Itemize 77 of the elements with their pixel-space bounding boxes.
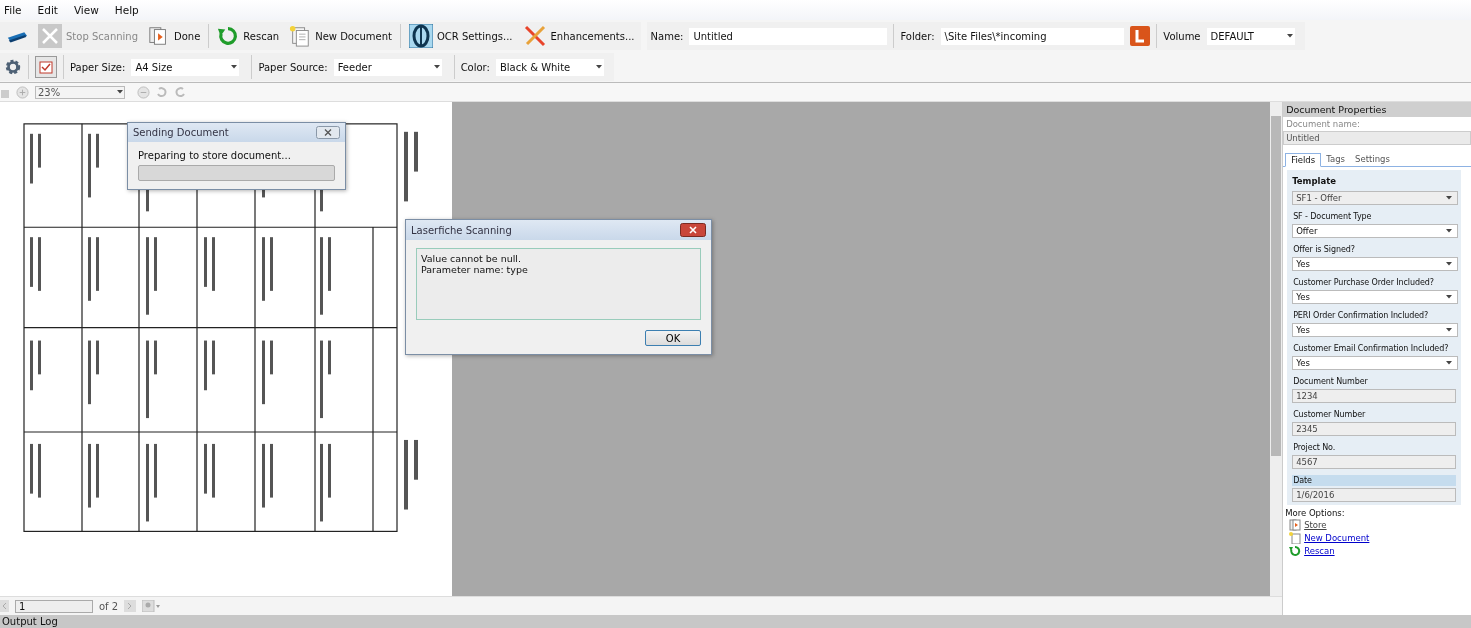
toolbar-button[interactable]: Rescan (215, 25, 282, 47)
dropdown[interactable]: Feeder (333, 58, 442, 76)
more-options-label: More Options: (1285, 508, 1346, 518)
dropdown-arrow-icon[interactable] (1446, 196, 1452, 200)
error-message: Value cannot be null. Parameter name: type (416, 248, 701, 320)
rescan-icon[interactable] (1289, 545, 1302, 557)
dropdown[interactable]: Yes (1292, 290, 1458, 304)
dropdown-arrow-icon[interactable] (433, 65, 440, 69)
dropdown-arrow-icon[interactable] (595, 65, 602, 69)
field-label: Project No. (1292, 442, 1337, 453)
field-label: Volume (1163, 30, 1201, 42)
field-label: Customer Number (1292, 409, 1367, 420)
dropdown[interactable]: A4 Size (131, 58, 240, 76)
tab[interactable]: Fields (1285, 153, 1322, 167)
zoom-dropdown[interactable]: 23% (35, 85, 125, 99)
dropdown[interactable]: Offer (1292, 224, 1458, 238)
link[interactable]: New Document (1304, 533, 1370, 543)
toolbar-button[interactable]: New Document (287, 24, 394, 48)
menu-item[interactable]: Help (114, 4, 139, 16)
ocr-icon (408, 24, 433, 48)
dialog-title: Sending Document (133, 127, 229, 138)
dropdown-arrow-icon[interactable] (117, 90, 123, 94)
dropdown[interactable]: Black & White (495, 58, 604, 76)
field-label: PERI Order Confirmation Included? (1292, 310, 1430, 321)
dropdown[interactable]: Yes (1292, 356, 1458, 370)
rescan-icon (217, 25, 240, 47)
field-label: Offer is Signed? (1292, 244, 1356, 255)
field-label: Customer Email Confirmation Included? (1292, 343, 1450, 354)
dropdown-arrow-icon[interactable] (1446, 262, 1452, 266)
tab[interactable]: Settings (1350, 153, 1395, 166)
tab[interactable]: Tags (1321, 153, 1350, 166)
output-log-bar[interactable]: Output Log (0, 615, 1471, 628)
pencil-brush-icon (522, 24, 547, 48)
field-label: Paper Size: (70, 61, 126, 73)
field-label: Paper Source: (258, 61, 328, 73)
menu-item[interactable]: File (4, 4, 22, 16)
text-field[interactable]: \Site Files\*incoming (940, 27, 1125, 45)
panel-title: Document Properties (1283, 102, 1471, 117)
volume-dropdown[interactable]: DEFAULT (1206, 27, 1295, 45)
dropdown-arrow-icon[interactable] (1446, 361, 1452, 365)
toolbar-button[interactable]: OCR Settings... (406, 24, 515, 48)
dropdown-arrow-icon[interactable] (231, 65, 238, 69)
link[interactable]: Rescan (1304, 546, 1335, 556)
field-label: Folder: (900, 30, 935, 42)
dropdown[interactable]: Yes (1292, 323, 1458, 337)
page-count: of 2 (99, 600, 119, 612)
settings-icon[interactable] (4, 58, 22, 76)
dropdown-arrow-icon[interactable] (1286, 34, 1293, 38)
dropdown-arrow-icon[interactable] (1446, 229, 1452, 233)
browse-folder-icon[interactable] (1130, 26, 1151, 46)
menu-item[interactable]: View (73, 4, 99, 16)
checkbox-icon[interactable] (35, 56, 57, 78)
dropdown-arrow-icon[interactable] (1446, 328, 1452, 332)
menu-item[interactable]: Edit (37, 4, 58, 16)
close-icon[interactable] (316, 126, 340, 139)
dialog-title: Laserfiche Scanning (411, 224, 512, 236)
ok-button[interactable]: OK (645, 330, 701, 346)
page-number-field[interactable]: 1 (15, 599, 93, 613)
template-label: Template (1292, 175, 1337, 188)
field-label: Name: (650, 30, 684, 42)
store-icon[interactable] (1289, 519, 1302, 531)
field-label: Date (1292, 475, 1456, 486)
vertical-scrollbar[interactable] (1270, 102, 1283, 596)
dropdown[interactable]: Yes (1292, 257, 1458, 271)
stop-icon (38, 24, 62, 48)
field-label: Customer Purchase Order Included? (1292, 277, 1435, 288)
toolbar-button[interactable]: Enhancements... (520, 24, 637, 48)
field-label: Color: (460, 61, 490, 73)
field-label: SF - Document Type (1292, 211, 1373, 222)
field-label: Document Number (1292, 376, 1369, 387)
status-message: Preparing to store document... (138, 150, 292, 161)
toolbar-button[interactable]: Done (146, 25, 203, 47)
close-icon[interactable] (680, 223, 706, 237)
field-label: Document name: (1285, 118, 1361, 131)
text-field[interactable]: Untitled (689, 27, 888, 45)
dropdown-arrow-icon[interactable] (1446, 295, 1452, 299)
document-name-field[interactable]: Untitled (1283, 131, 1471, 145)
